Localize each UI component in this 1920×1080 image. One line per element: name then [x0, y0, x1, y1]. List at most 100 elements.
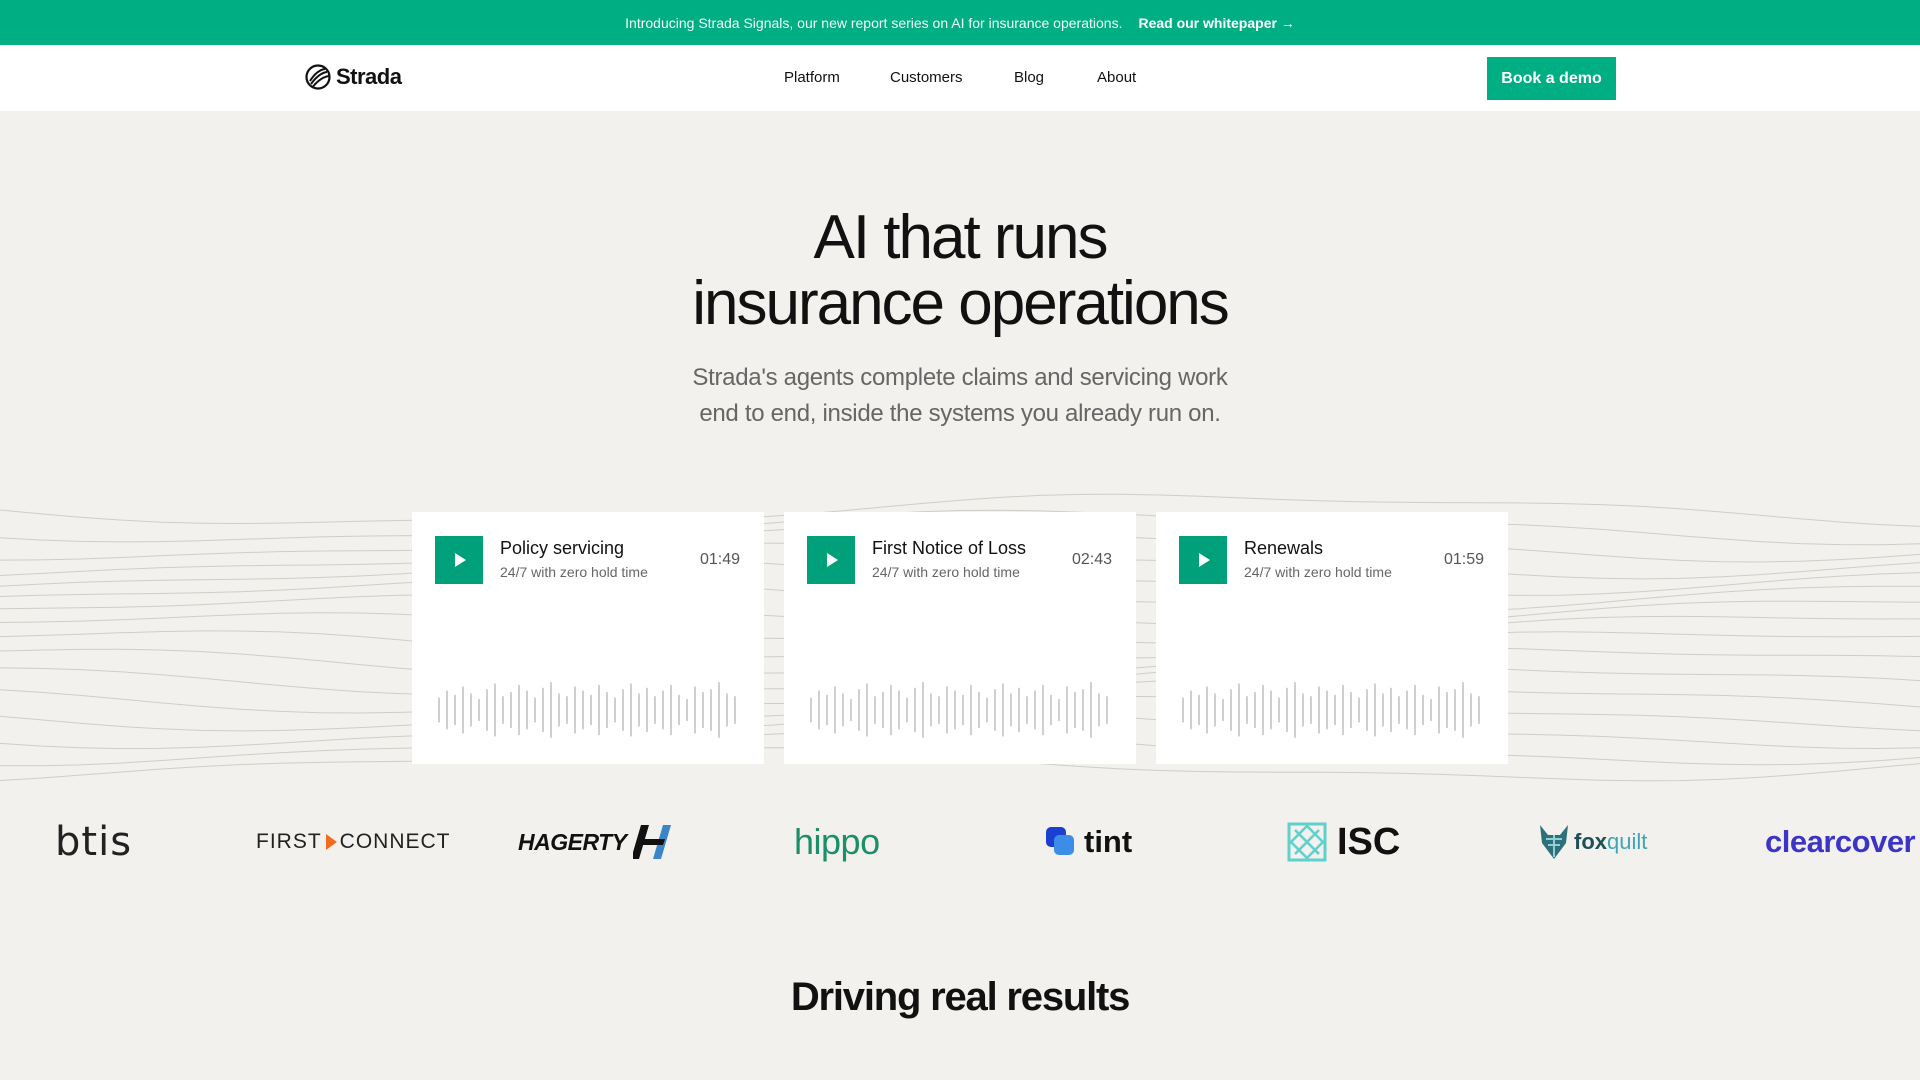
waveform-bar — [1462, 682, 1464, 738]
play-button[interactable] — [807, 536, 855, 584]
waveform-bar — [726, 693, 728, 727]
waveform-bar — [1270, 690, 1272, 730]
whitepaper-link[interactable]: Read our whitepaper → — [1138, 15, 1294, 31]
nav-about[interactable]: About — [1097, 69, 1136, 86]
waveform-bar — [874, 696, 876, 724]
waveform-bar — [694, 686, 696, 734]
waveform-bar — [1222, 698, 1224, 722]
waveform-bar — [1254, 691, 1256, 729]
demo-card-renewals[interactable]: Renewals 24/7 with zero hold time 01:59 — [1156, 512, 1508, 764]
nav-links: Platform Customers Blog About — [0, 45, 1920, 111]
logo-btis-text: btis — [55, 819, 133, 865]
waveform-bar — [1034, 690, 1036, 730]
waveform-bar — [890, 684, 892, 736]
waveform-bar — [1390, 687, 1392, 733]
waveform-bar — [526, 690, 528, 730]
waveform-bar — [654, 696, 656, 724]
waveform-bar — [1302, 693, 1304, 727]
waveform-bar — [710, 689, 712, 731]
waveform-bar — [454, 694, 456, 726]
waveform-bar — [826, 694, 828, 726]
hagerty-h-icon — [632, 825, 671, 859]
waveform-bar — [850, 698, 852, 722]
waveform-bar — [614, 697, 616, 723]
top-navbar: Strada Platform Customers Blog About Boo… — [0, 45, 1920, 111]
waveform-bar — [622, 689, 624, 731]
waveform-bar — [1326, 690, 1328, 730]
waveform-bar — [582, 690, 584, 730]
demo-card-first-notice-of-loss[interactable]: First Notice of Loss 24/7 with zero hold… — [784, 512, 1136, 764]
nav-customers[interactable]: Customers — [890, 69, 963, 86]
logo-btis: btis — [55, 812, 132, 872]
waveform-bar — [606, 691, 608, 729]
waveform-bar — [962, 694, 964, 726]
hero-subtitle-line-2: end to end, inside the systems you alrea… — [699, 400, 1221, 427]
waveform-bar — [470, 693, 472, 727]
waveform-bar — [686, 698, 688, 722]
waveform-bar — [1446, 691, 1448, 729]
waveform-bar — [1430, 698, 1432, 722]
book-demo-button[interactable]: Book a demo — [1487, 57, 1616, 100]
waveform-bar — [478, 698, 480, 722]
waveform-bar — [1406, 690, 1408, 730]
demo-duration: 01:49 — [699, 551, 740, 568]
waveform-bar — [702, 691, 704, 729]
waveform-bar — [1414, 684, 1416, 736]
waveform-bar — [598, 684, 600, 736]
logo-fox-text: fox — [1574, 829, 1607, 854]
tint-icon — [1046, 827, 1074, 855]
demo-card-policy-servicing[interactable]: Policy servicing 24/7 with zero hold tim… — [412, 512, 764, 764]
waveform-bar — [1090, 682, 1092, 738]
play-icon — [827, 553, 838, 567]
nav-blog[interactable]: Blog — [1014, 69, 1044, 86]
play-button[interactable] — [1179, 536, 1227, 584]
waveform-bar — [1438, 686, 1440, 734]
waveform-bar — [1470, 693, 1472, 727]
play-button[interactable] — [435, 536, 483, 584]
waveform-bar — [818, 690, 820, 730]
waveform-bar — [558, 693, 560, 727]
demo-duration: 01:59 — [1443, 551, 1484, 568]
waveform-bar — [550, 682, 552, 738]
waveform-bar — [534, 697, 536, 723]
waveform-bar — [1198, 694, 1200, 726]
audio-waveform — [1182, 682, 1480, 738]
waveform-bar — [1010, 693, 1012, 727]
nav-platform[interactable]: Platform — [784, 69, 840, 86]
waveform-bar — [906, 697, 908, 723]
waveform-bar — [494, 683, 496, 737]
waveform-bar — [502, 696, 504, 724]
announcement-bar: Introducing Strada Signals, our new repo… — [0, 0, 1920, 45]
waveform-bar — [462, 686, 464, 734]
waveform-bar — [1358, 697, 1360, 723]
customer-logos-strip: btis FIRST CONNECT HAGERTY hippo tint IS… — [0, 812, 1920, 872]
waveform-bar — [1366, 689, 1368, 731]
waveform-bar — [1098, 693, 1100, 727]
waveform-bar — [1074, 691, 1076, 729]
logo-tint: tint — [1046, 812, 1132, 872]
logo-clearcover-text: clearcover — [1765, 824, 1916, 859]
waveform-bar — [670, 684, 672, 736]
waveform-bar — [1230, 689, 1232, 731]
waveform-bar — [1106, 696, 1108, 724]
foxquilt-icon — [1540, 825, 1568, 859]
waveform-bar — [1286, 687, 1288, 733]
waveform-bar — [1214, 693, 1216, 727]
waveform-bar — [438, 697, 440, 723]
waveform-bar — [718, 682, 720, 738]
waveform-bar — [1422, 694, 1424, 726]
waveform-bar — [678, 694, 680, 726]
waveform-bar — [1294, 682, 1296, 738]
isc-icon — [1287, 822, 1327, 862]
waveform-bar — [1026, 696, 1028, 724]
demo-subtitle: 24/7 with zero hold time — [1244, 564, 1392, 580]
waveform-bar — [1278, 697, 1280, 723]
waveform-bar — [590, 694, 592, 726]
waveform-bar — [922, 682, 924, 738]
waveform-bar — [510, 691, 512, 729]
waveform-bar — [930, 693, 932, 727]
waveform-bar — [978, 691, 980, 729]
hero-title-line-2: insurance operations — [692, 269, 1230, 338]
logo-hagerty: HAGERTY — [518, 812, 675, 872]
logo-connect-text: CONNECT — [339, 830, 451, 853]
